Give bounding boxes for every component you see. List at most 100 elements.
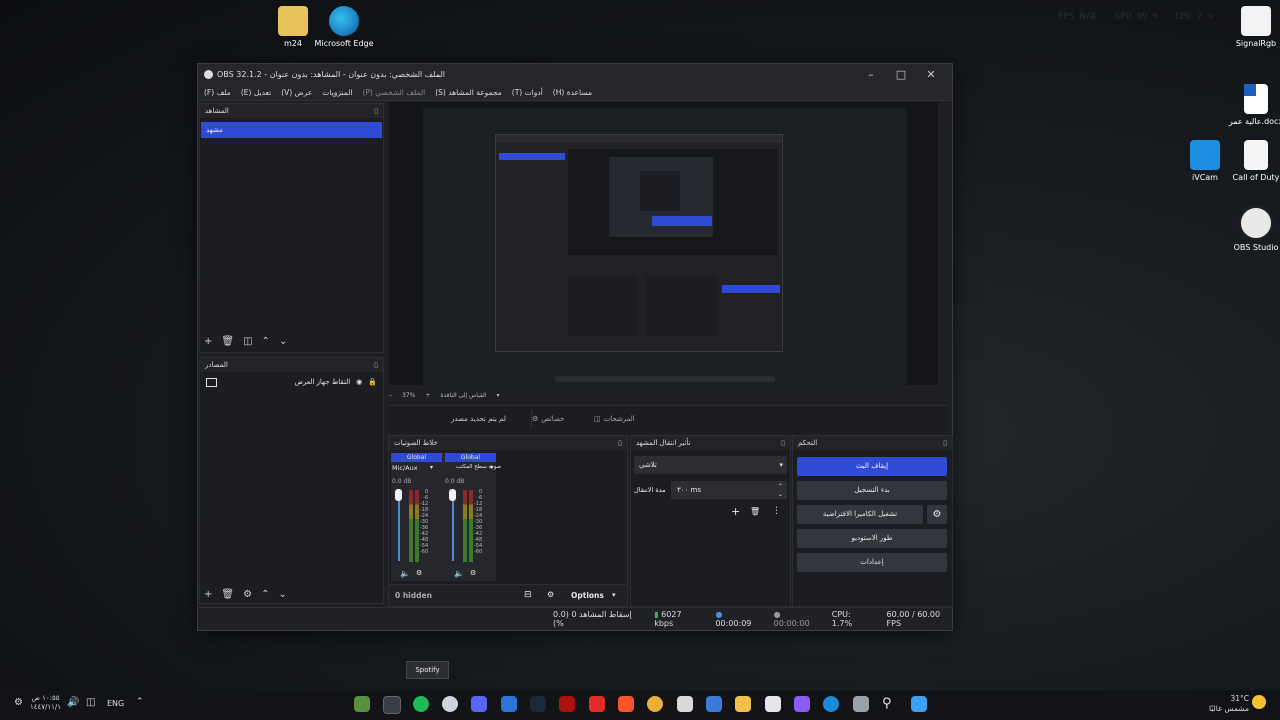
filters-button[interactable]: ◫ المرشحات <box>594 410 640 428</box>
task-view-icon[interactable] <box>853 696 869 712</box>
undock-icon[interactable]: ▯ <box>374 104 378 118</box>
source-item[interactable]: التقاط جهاز العرض ◉ 🔒 <box>200 372 383 392</box>
options-button[interactable]: Options <box>571 591 604 600</box>
move-up-icon[interactable]: ⌃ <box>261 589 269 600</box>
trash-icon[interactable]: 🗑 <box>750 507 760 516</box>
chevron-down-icon: ▾ <box>779 461 783 469</box>
volume-icon[interactable]: 🔊 <box>67 697 79 708</box>
desktop-icon-call-of-duty[interactable]: Call of Duty <box>1226 140 1280 182</box>
chrome-icon[interactable] <box>647 696 663 712</box>
trash-icon[interactable]: 🗑 <box>221 336 234 347</box>
move-down-icon[interactable]: ⌄ <box>278 589 286 600</box>
settings-button[interactable]: إعدادات <box>797 553 947 572</box>
transition-type-select[interactable]: تلاشي ▾ <box>634 456 787 474</box>
more-options-icon[interactable]: ⋮ <box>772 506 781 516</box>
language-indicator[interactable]: ENG <box>107 699 124 708</box>
obs-taskbar-icon[interactable] <box>383 696 401 714</box>
desktop-icon-label: SignalRgb <box>1235 39 1277 48</box>
minimize-icon[interactable]: – <box>856 68 886 81</box>
scene-item[interactable]: مشهد <box>201 122 382 138</box>
maximize-icon[interactable]: □ <box>886 68 916 81</box>
network-icon[interactable]: ◫ <box>86 697 95 708</box>
gear-icon[interactable]: ⚙ <box>470 569 476 577</box>
search-icon[interactable]: ⚲ <box>882 696 898 712</box>
zoom-in-icon[interactable]: + <box>425 392 430 399</box>
preview-canvas[interactable]: – 37% + القياس إلى النافذة ▾ <box>389 102 938 399</box>
shield-icon[interactable] <box>501 696 517 712</box>
stepper-down-icon[interactable]: ⌄ <box>778 486 783 504</box>
desktop-icon-docx[interactable]: عالية عمر.docx <box>1226 74 1280 126</box>
add-scene-icon[interactable]: + <box>204 336 212 347</box>
taskbar-app-icon[interactable] <box>677 696 693 712</box>
settings-icon[interactable]: ⚙ <box>14 697 23 708</box>
add-source-icon[interactable]: + <box>204 589 212 600</box>
desktop-icon-edge[interactable]: Microsoft Edge <box>314 6 374 48</box>
menu-profile[interactable]: (P) الملف الشخصي <box>362 88 425 97</box>
clock[interactable]: ١٠:٥٥ ص ١٤٤٧/١١/١ <box>30 694 61 712</box>
youtube-icon[interactable] <box>589 696 605 712</box>
menu-scene-collection[interactable]: (S) مجموعة المشاهد <box>435 88 502 97</box>
undock-icon[interactable]: ▯ <box>618 436 622 450</box>
speaker-icon[interactable]: 🔈 <box>454 569 464 578</box>
undock-icon[interactable]: ▯ <box>781 436 785 450</box>
trash-icon[interactable]: 🗑 <box>221 589 234 600</box>
volume-fader-handle[interactable] <box>449 489 456 501</box>
file-explorer-icon[interactable] <box>735 696 751 712</box>
list-view-icon[interactable]: ⊟ <box>524 590 532 600</box>
properties-button[interactable]: ⚙ خصائص <box>531 410 578 428</box>
zoom-out-icon[interactable]: – <box>389 392 392 399</box>
eye-icon[interactable]: ◉ <box>356 374 362 390</box>
taskbar-app-icon[interactable] <box>442 696 458 712</box>
gear-icon[interactable]: ⚙ <box>243 589 252 600</box>
undock-icon[interactable]: ▯ <box>374 358 378 372</box>
taskbar-app-icon[interactable] <box>354 696 370 712</box>
duration-input[interactable]: ٣٠٠ ms ⌃ ⌄ <box>671 481 787 499</box>
scale-to-window[interactable]: القياس إلى النافذة <box>440 392 486 399</box>
brave-icon[interactable] <box>618 696 634 712</box>
chevron-up-icon[interactable]: ⌃ <box>136 697 144 707</box>
studio-mode-button[interactable]: طور الاستوديو <box>797 529 947 548</box>
settings-icon[interactable]: ⚙ <box>547 590 554 599</box>
taskbar-app-icon[interactable] <box>559 696 575 712</box>
store-icon[interactable] <box>706 696 722 712</box>
start-icon[interactable] <box>911 696 927 712</box>
spotify-icon[interactable] <box>413 696 429 712</box>
undock-icon[interactable]: ▯ <box>943 436 947 450</box>
start-virtual-camera-button[interactable]: تشغيل الكاميرا الافتراضية <box>797 505 923 524</box>
menu-docks[interactable]: المنزويات <box>322 88 352 97</box>
clock-date: ١٤٤٧/١١/١ <box>30 703 62 711</box>
chevron-down-icon[interactable]: ▾ <box>496 392 499 399</box>
desktop-icon-obs-studio[interactable]: OBS Studio <box>1226 206 1280 252</box>
weather-widget[interactable]: 31°C مشمس غالبًا <box>1203 694 1249 714</box>
copilot-icon[interactable] <box>794 696 810 712</box>
chevron-down-icon[interactable]: ▾ <box>612 591 616 599</box>
volume-fader-handle[interactable] <box>395 489 402 501</box>
move-up-icon[interactable]: ⌃ <box>262 336 270 347</box>
controls-dock: التحكم ▯ إيقاف البث بدء التسجيل تشغيل الك… <box>792 435 953 607</box>
menu-tools[interactable]: (T) أدوات <box>512 88 543 97</box>
menu-edit[interactable]: (E) تعديل <box>241 88 271 97</box>
start-recording-button[interactable]: بدء التسجيل <box>797 481 947 500</box>
menu-help[interactable]: (H) مساعدة <box>553 88 592 97</box>
stop-streaming-button[interactable]: إيقاف البث <box>797 457 947 476</box>
level-meter <box>469 490 473 562</box>
chevron-down-icon[interactable]: ▾ <box>430 464 433 471</box>
edge-icon[interactable] <box>823 696 839 712</box>
move-down-icon[interactable]: ⌄ <box>279 336 287 347</box>
gear-icon[interactable]: ⚙ <box>416 569 422 577</box>
fps-counter: 60.00 / 60.00 FPS <box>886 610 941 628</box>
audio-mixer-dock: خلاط الصوتيات ▯ Global Global Mic/Aux ▾ ص… <box>388 435 628 607</box>
virtual-camera-settings-icon[interactable]: ⚙ <box>927 505 947 524</box>
menu-view[interactable]: (V) عرض <box>281 88 312 97</box>
signalrgb-taskbar-icon[interactable] <box>765 696 781 712</box>
discord-icon[interactable] <box>471 696 487 712</box>
steam-icon[interactable] <box>530 696 546 712</box>
lock-icon[interactable]: 🔒 <box>368 374 377 390</box>
chevron-down-icon[interactable]: ▾ <box>490 464 493 471</box>
speaker-icon[interactable]: 🔈 <box>400 569 410 578</box>
scene-filters-icon[interactable]: ◫ <box>243 336 252 347</box>
desktop-icon-signalrgb[interactable]: SignalRgb <box>1226 6 1280 48</box>
menu-file[interactable]: (F) ملف <box>204 88 231 97</box>
close-icon[interactable]: ✕ <box>916 68 946 81</box>
add-transition-icon[interactable]: + <box>731 505 740 518</box>
